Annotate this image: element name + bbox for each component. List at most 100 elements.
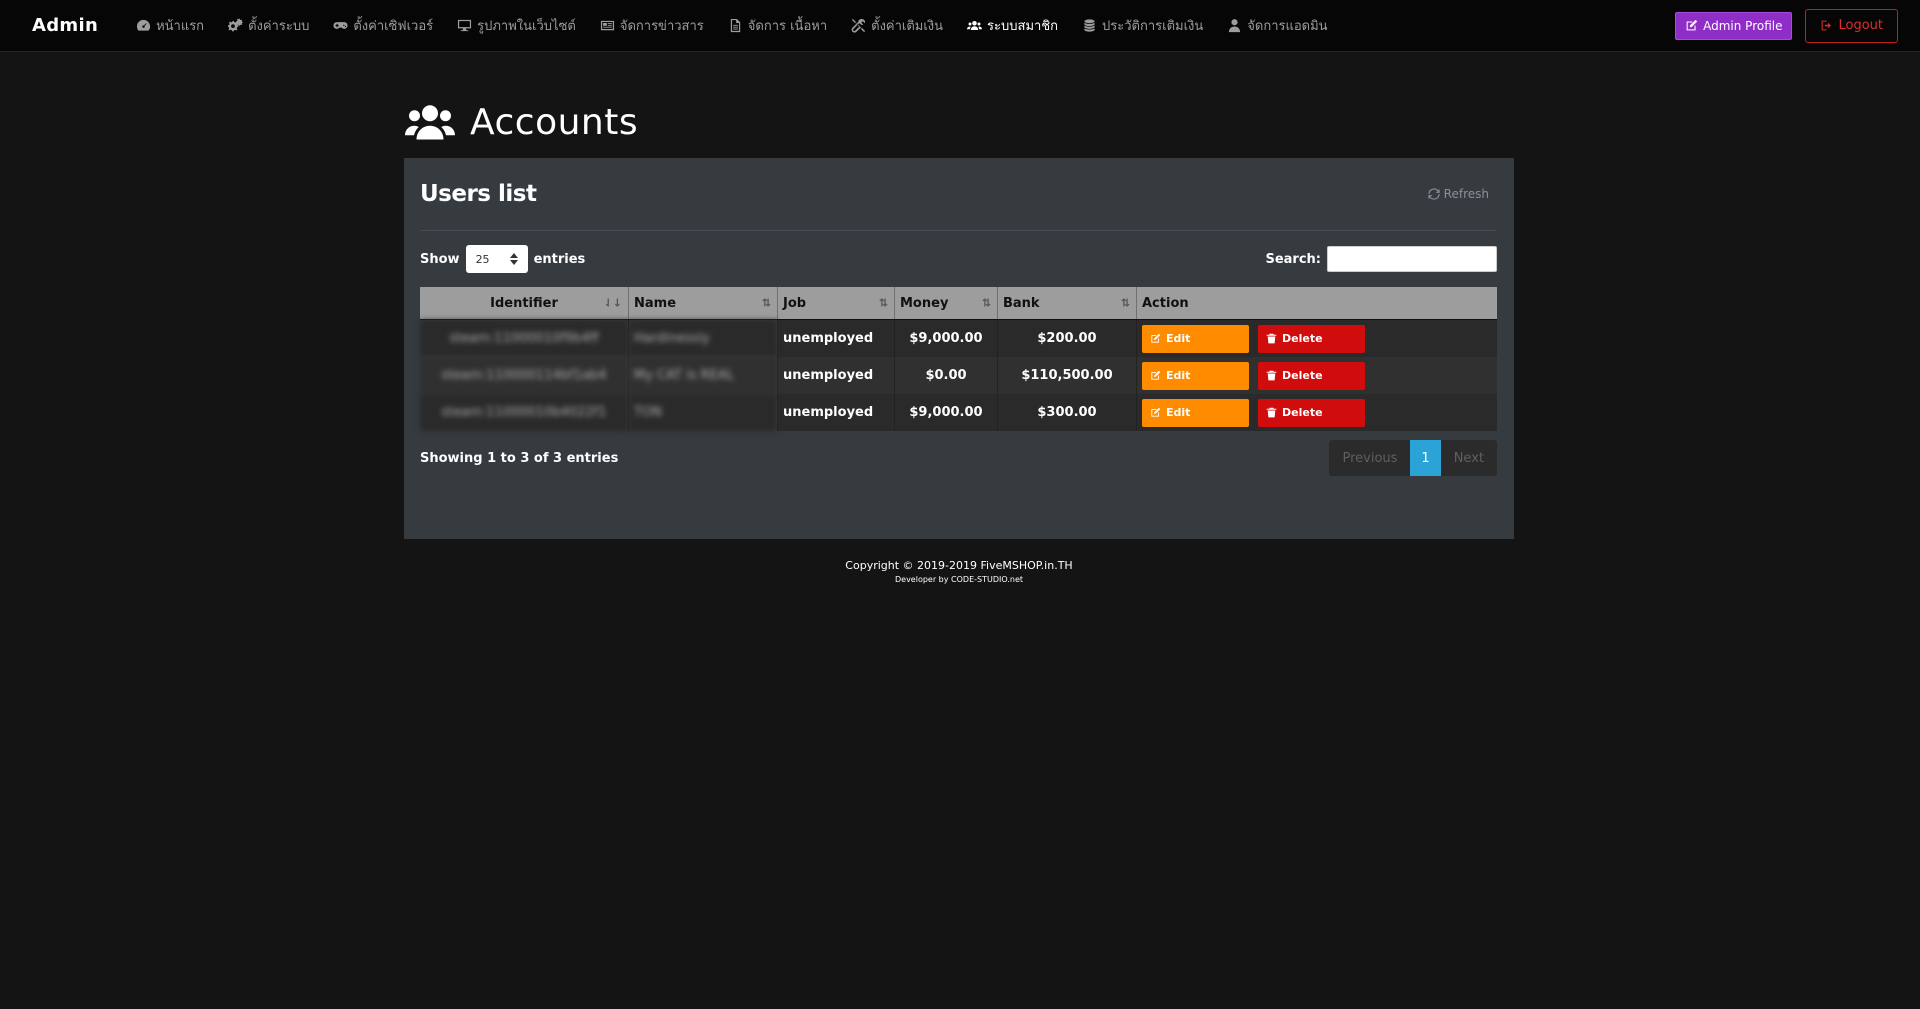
desktop-icon <box>458 19 472 32</box>
admin-profile-label: Admin Profile <box>1703 18 1783 33</box>
brand[interactable]: Admin <box>32 15 98 36</box>
nav-item-label: ตั้งค่าระบบ <box>248 19 310 34</box>
delete-button[interactable]: Delete <box>1258 361 1365 390</box>
cell-job: unemployed <box>777 319 895 357</box>
sign-out-icon <box>1822 20 1832 31</box>
users-panel: Users list Refresh Show 25 entries Searc… <box>404 158 1514 539</box>
nav-item-site-images[interactable]: รูปภาพในเว็บไซต์ <box>445 15 588 36</box>
nav-item-server-settings[interactable]: ตั้งค่าเซิฟเวอร์ <box>321 15 445 36</box>
developer-text: Developer by CODE-STUDIO.net <box>894 575 1023 584</box>
nav-item-members[interactable]: ระบบสมาชิก <box>955 15 1070 36</box>
cell-name: My CAT is REAL <box>628 357 778 394</box>
delete-label: Delete <box>1282 406 1323 419</box>
cell-identifier: steam:110000114bf1ab4 <box>420 357 629 394</box>
cell-name: TON <box>628 394 778 431</box>
nav-item-label: หน้าแรก <box>156 19 205 34</box>
pagination: Previous 1 Next <box>1329 440 1497 476</box>
row-actions: Edit Delete <box>1142 324 1492 353</box>
cell-bank: $110,500.00 <box>997 357 1137 394</box>
delete-button[interactable]: Delete <box>1258 324 1365 353</box>
table-body: steam:11000010f9b4ff Hardinessly unemplo… <box>420 319 1497 431</box>
newspaper-icon <box>600 20 614 31</box>
nav-item-label: ระบบสมาชิก <box>987 19 1059 34</box>
nav-item-news[interactable]: จัดการข่าวสาร <box>588 15 716 36</box>
users-icon <box>967 21 983 30</box>
column-label: Action <box>1142 295 1189 311</box>
column-label: Identifier <box>490 295 558 311</box>
search-control: Search: <box>1265 246 1497 272</box>
gamepad-icon <box>333 22 348 29</box>
cogs-icon <box>228 18 243 32</box>
cell-action: Edit Delete <box>1136 319 1497 357</box>
copyright-text: Copyright © 2019-2019 FiveMSHOP.in.TH <box>845 559 1073 572</box>
users-icon <box>405 105 455 140</box>
user-icon <box>1229 19 1241 33</box>
row-actions: Edit Delete <box>1142 398 1492 427</box>
table-row: steam:11000010f9b4ff Hardinessly unemplo… <box>420 319 1497 357</box>
edit-button[interactable]: Edit <box>1142 324 1249 353</box>
cell-identifier: steam:11000010f9b4ff <box>420 319 629 357</box>
coins-icon <box>1084 19 1095 32</box>
edit-button[interactable]: Edit <box>1142 398 1249 427</box>
column-label: Bank <box>1003 295 1040 311</box>
nav-item-label: จัดการ เนื้อหา <box>747 19 828 34</box>
nav-item-topup-history[interactable]: ประวัติการเติมเงิน <box>1070 15 1215 36</box>
nav-item-topup-settings[interactable]: ตั้งค่าเติมเงิน <box>839 15 955 36</box>
nav-item-label: จัดการแอดมิน <box>1247 19 1328 34</box>
column-label: Job <box>783 295 807 311</box>
page-1-button[interactable]: 1 <box>1410 440 1441 476</box>
refresh-label: Refresh <box>1443 187 1489 201</box>
table-info: Showing 1 to 3 of 3 entries <box>420 450 619 466</box>
cell-bank: $200.00 <box>997 319 1137 357</box>
table-controls: Show 25 entries Search: <box>420 245 1497 273</box>
entries-label: entries <box>533 251 586 267</box>
cell-identifier: steam:11000010b4022f1 <box>420 394 629 431</box>
column-identifier[interactable]: Identifier ⇃↓ <box>420 287 629 320</box>
nav-item-system-settings[interactable]: ตั้งค่าระบบ <box>216 15 321 36</box>
nav-item-label: ตั้งค่าเซิฟเวอร์ <box>353 19 434 34</box>
nav-item-content[interactable]: จัดการ เนื้อหา <box>716 15 839 36</box>
nav-item-label: รูปภาพในเว็บไซต์ <box>477 19 576 34</box>
previous-page-button[interactable]: Previous <box>1329 440 1410 476</box>
column-money[interactable]: Money ⇅ <box>894 287 998 320</box>
cell-name: Hardinessly <box>628 319 778 357</box>
admin-profile-button[interactable]: Admin Profile <box>1675 11 1793 40</box>
nav-actions: Admin Profile Logout <box>1675 8 1898 43</box>
table-footer: Showing 1 to 3 of 3 entries Previous 1 N… <box>420 440 1497 476</box>
logout-button[interactable]: Logout <box>1805 8 1898 43</box>
cell-job: unemployed <box>777 357 895 394</box>
nav-item-label: ตั้งค่าเติมเงิน <box>871 19 944 34</box>
logout-label: Logout <box>1838 18 1883 33</box>
column-job[interactable]: Job ⇅ <box>777 287 895 320</box>
entries-select[interactable]: 25 <box>465 245 528 273</box>
table-header: Identifier ⇃↓ Name ⇅ Job ⇅ Money ⇅ Bank ⇅ Act… <box>420 287 1497 320</box>
search-input[interactable] <box>1327 246 1497 272</box>
show-label: Show <box>420 251 460 267</box>
page-content: Accounts Users list Refresh Show 25 entr… <box>404 86 1514 584</box>
nav-menu: หน้าแรก ตั้งค่าระบบ ตั้งค่าเซิฟเวอร์ รูป… <box>124 15 1675 36</box>
column-bank[interactable]: Bank ⇅ <box>997 287 1137 320</box>
panel-title: Users list <box>420 181 537 207</box>
row-actions: Edit Delete <box>1142 361 1492 390</box>
sort-arrows-icon <box>509 253 518 265</box>
column-name[interactable]: Name ⇅ <box>628 287 778 320</box>
column-action: Action <box>1136 287 1497 320</box>
file-icon <box>730 18 740 33</box>
cell-bank: $300.00 <box>997 394 1137 431</box>
refresh-button[interactable]: Refresh <box>1428 187 1489 201</box>
cell-action: Edit Delete <box>1136 357 1497 394</box>
cell-money: $0.00 <box>894 357 998 394</box>
table-row: steam:11000010b4022f1 TON unemployed $9,… <box>420 394 1497 431</box>
edit-label: Edit <box>1166 369 1191 382</box>
header-row: Identifier ⇃↓ Name ⇅ Job ⇅ Money ⇅ Bank ⇅ Act… <box>420 287 1497 320</box>
next-page-button[interactable]: Next <box>1441 440 1497 476</box>
nav-item-admins[interactable]: จัดการแอดมิน <box>1215 15 1339 36</box>
refresh-icon <box>1428 188 1440 200</box>
tools-icon <box>851 18 866 33</box>
delete-label: Delete <box>1282 332 1323 345</box>
users-table: Identifier ⇃↓ Name ⇅ Job ⇅ Money ⇅ Bank ⇅ Act… <box>420 287 1497 431</box>
nav-item-home[interactable]: หน้าแรก <box>124 15 216 36</box>
edit-button[interactable]: Edit <box>1142 361 1249 390</box>
delete-button[interactable]: Delete <box>1258 398 1365 427</box>
column-label: Name <box>634 295 677 311</box>
